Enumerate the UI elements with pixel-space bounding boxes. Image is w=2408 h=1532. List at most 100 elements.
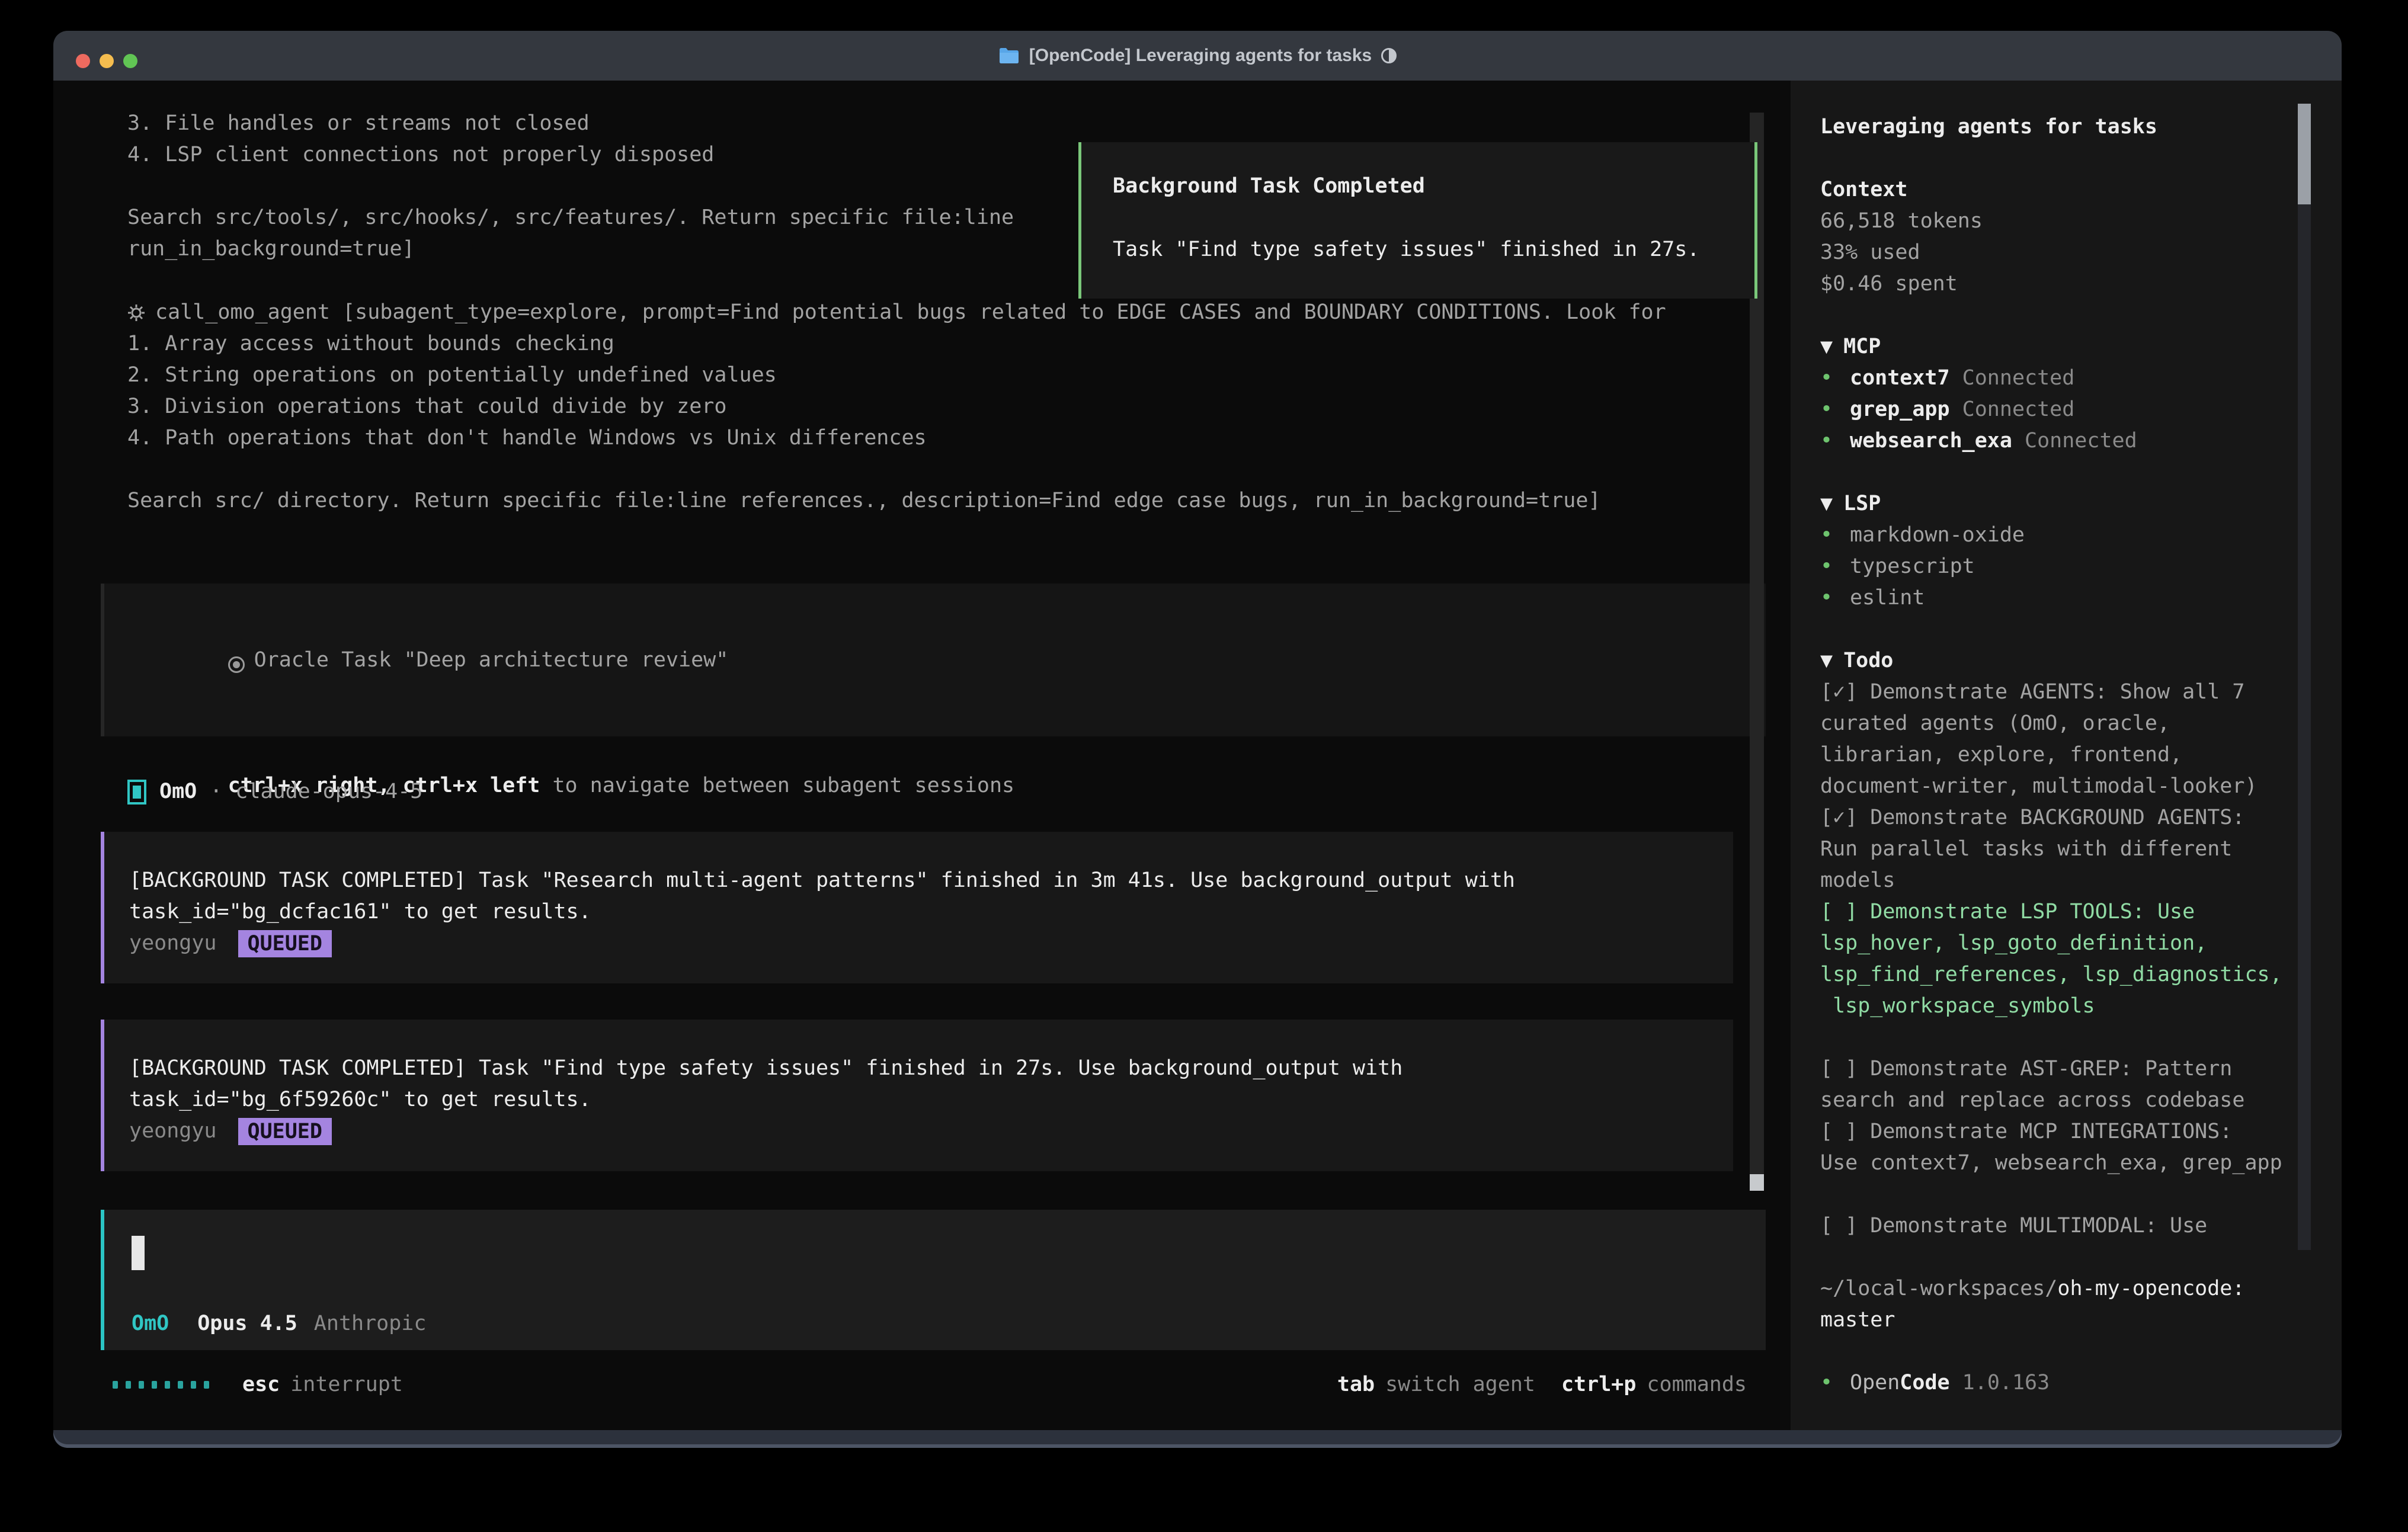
input-agent-name: OmO — [132, 1308, 169, 1339]
chevron-down-icon: ▼ — [1820, 492, 1833, 515]
oracle-task-panel[interactable]: Oracle Task "Deep architecture review" c… — [101, 584, 1766, 736]
message-author: yeongyu — [129, 928, 217, 959]
oracle-task-title-line: Oracle Task "Deep architecture review" — [128, 613, 1766, 707]
version-line: •OpenCode 1.0.163 — [1820, 1367, 2292, 1399]
agent-model: claude-opus-4-5 — [235, 776, 422, 807]
terminal-line: Search src/ directory. Return specific f… — [127, 485, 1666, 517]
tool-call-text: call_omo_agent [subagent_type=explore, p… — [155, 297, 1666, 328]
close-window-button[interactable] — [76, 54, 90, 68]
terminal-main-area: 3. File handles or streams not closed 4.… — [53, 81, 1791, 1430]
tab-key-label: switch agent — [1385, 1369, 1535, 1400]
workspace-branch: master — [1820, 1305, 2292, 1336]
todo-line-active: lsp_find_references, lsp_diagnostics, — [1820, 959, 2292, 991]
workspace-path: ~/local-workspaces/oh-my-opencode: — [1820, 1273, 2292, 1305]
chevron-down-icon: ▼ — [1820, 649, 1833, 672]
todo-line-pending: search and replace across codebase — [1820, 1085, 2292, 1116]
status-dot-icon: • — [1820, 363, 1850, 394]
half-circle-icon — [1381, 48, 1397, 63]
todo-line-done: models — [1820, 865, 2292, 896]
todo-line-done: librarian, explore, frontend, — [1820, 739, 2292, 771]
terminal-line — [127, 171, 1014, 202]
hint-text: to navigate between subagent sessions — [540, 774, 1014, 797]
context-tokens: 66,518 tokens — [1820, 206, 2292, 237]
window-bottom-frame — [53, 1430, 2342, 1448]
tool-call-block: call_omo_agent [subagent_type=explore, p… — [127, 297, 1666, 517]
agent-square-icon — [127, 780, 146, 805]
sidebar-scrollbar-thumb[interactable] — [2298, 104, 2311, 204]
status-dot-icon: • — [1820, 551, 1850, 582]
tool-call-header: call_omo_agent [subagent_type=explore, p… — [127, 297, 1666, 328]
spinner-dots-icon — [113, 1381, 209, 1389]
main-scrollbar-thumb[interactable] — [1750, 1174, 1764, 1191]
background-task-message: [BACKGROUND TASK COMPLETED] Task "Find t… — [101, 1020, 1733, 1171]
mcp-item: •context7 Connected — [1820, 363, 2292, 394]
todo-line-pending: [ ] Demonstrate MCP INTEGRATIONS: — [1820, 1116, 2292, 1148]
status-dot-icon: • — [1820, 582, 1850, 614]
session-title: Leveraging agents for tasks — [1820, 111, 2292, 143]
status-left-group: esc interrupt — [113, 1369, 403, 1400]
chevron-down-icon: ▼ — [1820, 335, 1833, 358]
background-task-message: [BACKGROUND TASK COMPLETED] Task "Resear… — [101, 832, 1733, 983]
window-title-group: [OpenCode] Leveraging agents for tasks — [53, 31, 2342, 81]
mcp-item: •grep_app Connected — [1820, 394, 2292, 425]
zoom-window-button[interactable] — [123, 54, 137, 68]
context-used: 33% used — [1820, 237, 2292, 268]
terminal-line: 4. LSP client connections not properly d… — [127, 139, 1014, 171]
message-line: task_id="bg_dcfac161" to get results. — [129, 896, 1733, 928]
context-spent: $0.46 spent — [1820, 268, 2292, 300]
context-heading: Context — [1820, 174, 2292, 206]
todo-line-pending: [ ] Demonstrate AST-GREP: Pattern — [1820, 1053, 2292, 1085]
lsp-item: •typescript — [1820, 551, 2292, 582]
ctrlp-key-hint[interactable]: ctrl+p — [1561, 1369, 1636, 1400]
background-task-toast: Background Task Completed Task "Find typ… — [1078, 142, 1757, 299]
traffic-lights — [76, 54, 137, 68]
window-title: [OpenCode] Leveraging agents for tasks — [1029, 46, 1372, 66]
mcp-section-header[interactable]: ▼MCP — [1820, 331, 2292, 363]
terminal-line: 3. File handles or streams not closed — [127, 108, 1014, 139]
todo-section-header[interactable]: ▼Todo — [1820, 645, 2292, 677]
terminal-line: 1. Array access without bounds checking — [127, 328, 1666, 360]
lsp-section-header[interactable]: ▼LSP — [1820, 488, 2292, 520]
todo-line-done: curated agents (OmO, oracle, — [1820, 708, 2292, 739]
input-model-name[interactable]: Opus 4.5 — [197, 1308, 297, 1339]
tab-key-hint[interactable]: tab — [1337, 1369, 1375, 1400]
queued-status-badge: QUEUED — [238, 1118, 332, 1145]
agent-name: OmO — [159, 776, 197, 807]
sidebar-scrollbar-track[interactable] — [2298, 204, 2311, 1250]
status-dot-icon: • — [1820, 1367, 1850, 1399]
todo-line-active: lsp_workspace_symbols — [1820, 991, 2292, 1022]
message-meta-row: yeongyu QUEUED — [129, 928, 1733, 959]
todo-line-done: document-writer, multimodal-looker) — [1820, 771, 2292, 802]
esc-key-label: interrupt — [290, 1369, 403, 1400]
toast-title: Background Task Completed — [1113, 171, 1754, 202]
gear-icon — [127, 297, 148, 328]
terminal-output-top: 3. File handles or streams not closed 4.… — [127, 108, 1014, 265]
status-right-group: tab switch agent ctrl+p commands — [1337, 1369, 1747, 1400]
todo-line-active: [ ] Demonstrate LSP TOOLS: Use — [1820, 896, 2292, 928]
ctrlp-key-label: commands — [1647, 1369, 1747, 1400]
minimize-window-button[interactable] — [100, 54, 114, 68]
opencode-terminal-window: [OpenCode] Leveraging agents for tasks 3… — [53, 31, 2342, 1448]
agent-separator: · — [210, 776, 222, 807]
status-dot-icon: • — [1820, 394, 1850, 425]
prompt-input[interactable]: OmO Opus 4.5 Anthropic — [101, 1210, 1766, 1350]
message-line: [BACKGROUND TASK COMPLETED] Task "Find t… — [129, 1053, 1733, 1084]
folder-icon — [998, 47, 1020, 65]
model-info-row: OmO Opus 4.5 Anthropic — [132, 1308, 426, 1339]
esc-key-hint[interactable]: esc — [242, 1369, 280, 1400]
terminal-line: 4. Path operations that don't handle Win… — [127, 422, 1666, 454]
lsp-item: •markdown-oxide — [1820, 520, 2292, 551]
status-bar: esc interrupt tab switch agent ctrl+p co… — [53, 1368, 1791, 1400]
message-meta-row: yeongyu QUEUED — [129, 1116, 1733, 1147]
agent-header: OmO · claude-opus-4-5 — [127, 776, 422, 807]
fisheye-icon — [228, 656, 245, 673]
message-line: [BACKGROUND TASK COMPLETED] Task "Resear… — [129, 865, 1733, 896]
terminal-line: Search src/tools/, src/hooks/, src/featu… — [127, 202, 1014, 233]
status-dot-icon: • — [1820, 425, 1850, 457]
queued-status-badge: QUEUED — [238, 930, 332, 957]
oracle-task-title: Oracle Task "Deep architecture review" — [254, 648, 729, 672]
todo-line-pending: Use context7, websearch_exa, grep_app — [1820, 1148, 2292, 1179]
todo-line-done: [✓] Demonstrate BACKGROUND AGENTS: — [1820, 802, 2292, 834]
terminal-line: 2. String operations on potentially unde… — [127, 360, 1666, 391]
terminal-line: run_in_background=true] — [127, 233, 1014, 265]
